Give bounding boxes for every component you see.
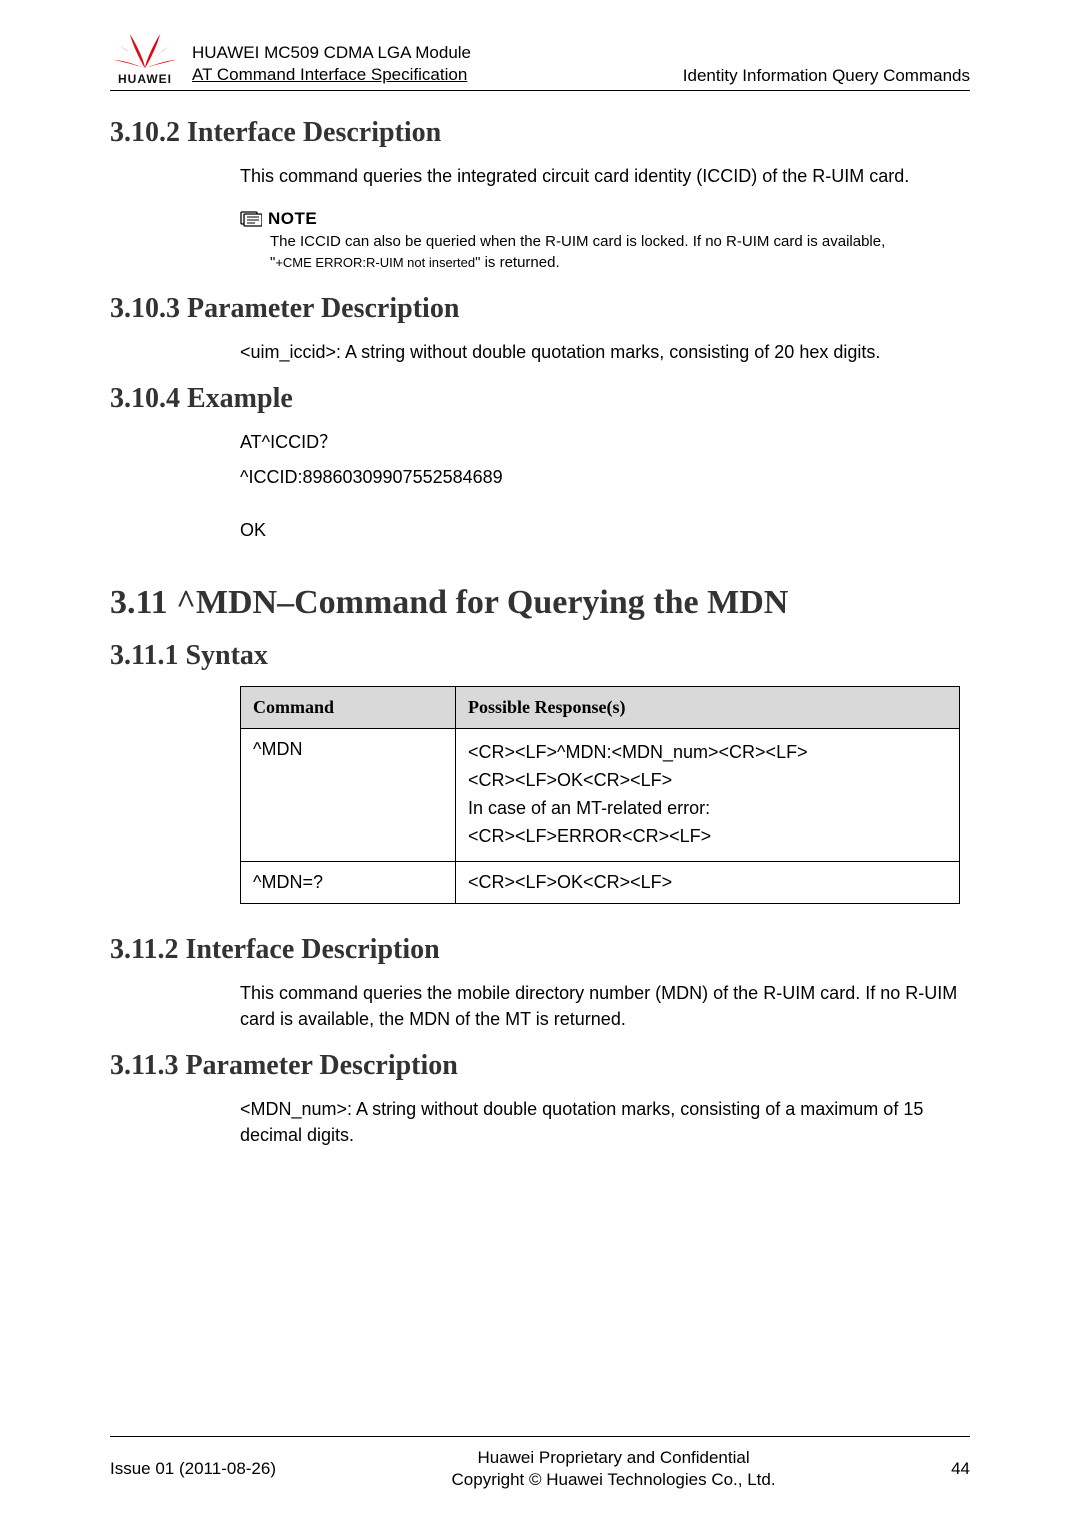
table-row: ^MDN=? <CR><LF>OK<CR><LF> <box>241 861 960 903</box>
note-block: NOTE The ICCID can also be queried when … <box>240 209 970 273</box>
resp-line: <CR><LF>^MDN:<MDN_num><CR><LF> <box>468 739 947 767</box>
table-header-row: Command Possible Response(s) <box>241 687 960 729</box>
logo-text: HUAWEI <box>110 72 180 86</box>
footer-center-line2: Copyright © Huawei Technologies Co., Ltd… <box>452 1470 776 1489</box>
heading-3-11-1: 3.11.1 Syntax <box>110 640 970 672</box>
cell-cmd-1: ^MDN <box>241 729 456 862</box>
note-icon <box>240 211 262 227</box>
section-3-11-3-body: <MDN_num>: A string without double quota… <box>240 1096 970 1148</box>
table-row: ^MDN <CR><LF>^MDN:<MDN_num><CR><LF> <CR>… <box>241 729 960 862</box>
page: HUAWEI HUAWEI MC509 CDMA LGA Module AT C… <box>0 0 1080 1527</box>
heading-3-10-3: 3.10.3 Parameter Description <box>110 293 970 325</box>
note-line-a: The ICCID can also be queried when the R… <box>270 233 885 250</box>
header-line1: HUAWEI MC509 CDMA LGA Module <box>192 42 471 64</box>
heading-3-11-2: 3.11.2 Interface Description <box>110 934 970 966</box>
running-header: HUAWEI HUAWEI MC509 CDMA LGA Module AT C… <box>110 30 970 91</box>
section-3-10-3-body: <uim_iccid>: A string without double quo… <box>240 339 970 365</box>
header-titles: HUAWEI MC509 CDMA LGA Module AT Command … <box>192 42 970 86</box>
header-line2: AT Command Interface Specification <box>192 64 471 86</box>
example-line1: AT^ICCID？ <box>240 429 970 456</box>
th-response: Possible Response(s) <box>456 687 960 729</box>
example-line3: OK <box>240 517 970 544</box>
running-footer: Issue 01 (2011-08-26) Huawei Proprietary… <box>110 1436 970 1491</box>
section-3-11-2-body: This command queries the mobile director… <box>240 980 970 1032</box>
note-quote-close-suffix: " is returned. <box>475 254 560 271</box>
th-command: Command <box>241 687 456 729</box>
note-mono: +CME ERROR:R-UIM not inserted <box>275 255 475 270</box>
note-label: NOTE <box>268 209 317 229</box>
note-body: The ICCID can also be queried when the R… <box>270 231 970 273</box>
cell-cmd-2: ^MDN=? <box>241 861 456 903</box>
footer-page-number: 44 <box>951 1459 970 1479</box>
footer-center-line1: Huawei Proprietary and Confidential <box>477 1448 749 1467</box>
cell-resp-1: <CR><LF>^MDN:<MDN_num><CR><LF> <CR><LF>O… <box>456 729 960 862</box>
syntax-table: Command Possible Response(s) ^MDN <CR><L… <box>240 686 960 904</box>
header-right: Identity Information Query Commands <box>683 66 970 86</box>
example-line2: ^ICCID:89860309907552584689 <box>240 464 970 491</box>
heading-3-11-3: 3.11.3 Parameter Description <box>110 1050 970 1082</box>
footer-center: Huawei Proprietary and Confidential Copy… <box>276 1447 951 1491</box>
resp-line: <CR><LF>OK<CR><LF> <box>468 767 947 795</box>
para-3-11-3: <MDN_num>: A string without double quota… <box>240 1096 970 1148</box>
huawei-logo: HUAWEI <box>110 30 180 86</box>
heading-3-10-4: 3.10.4 Example <box>110 383 970 415</box>
heading-3-11: 3.11 ^MDN–Command for Querying the MDN <box>110 584 970 622</box>
footer-issue: Issue 01 (2011-08-26) <box>110 1459 276 1479</box>
resp-line: <CR><LF>ERROR<CR><LF> <box>468 823 947 851</box>
resp-line: In case of an MT-related error: <box>468 795 947 823</box>
para-3-10-2: This command queries the integrated circ… <box>240 163 970 189</box>
para-3-11-2: This command queries the mobile director… <box>240 980 970 1032</box>
example-block: AT^ICCID？ ^ICCID:89860309907552584689 OK <box>240 429 970 544</box>
heading-3-10-2: 3.10.2 Interface Description <box>110 117 970 149</box>
para-3-10-3: <uim_iccid>: A string without double quo… <box>240 339 970 365</box>
section-3-10-2-body: This command queries the integrated circ… <box>240 163 970 189</box>
note-heading: NOTE <box>240 209 970 229</box>
cell-resp-2: <CR><LF>OK<CR><LF> <box>456 861 960 903</box>
header-left: HUAWEI MC509 CDMA LGA Module AT Command … <box>192 42 471 86</box>
huawei-logo-icon <box>110 30 180 70</box>
